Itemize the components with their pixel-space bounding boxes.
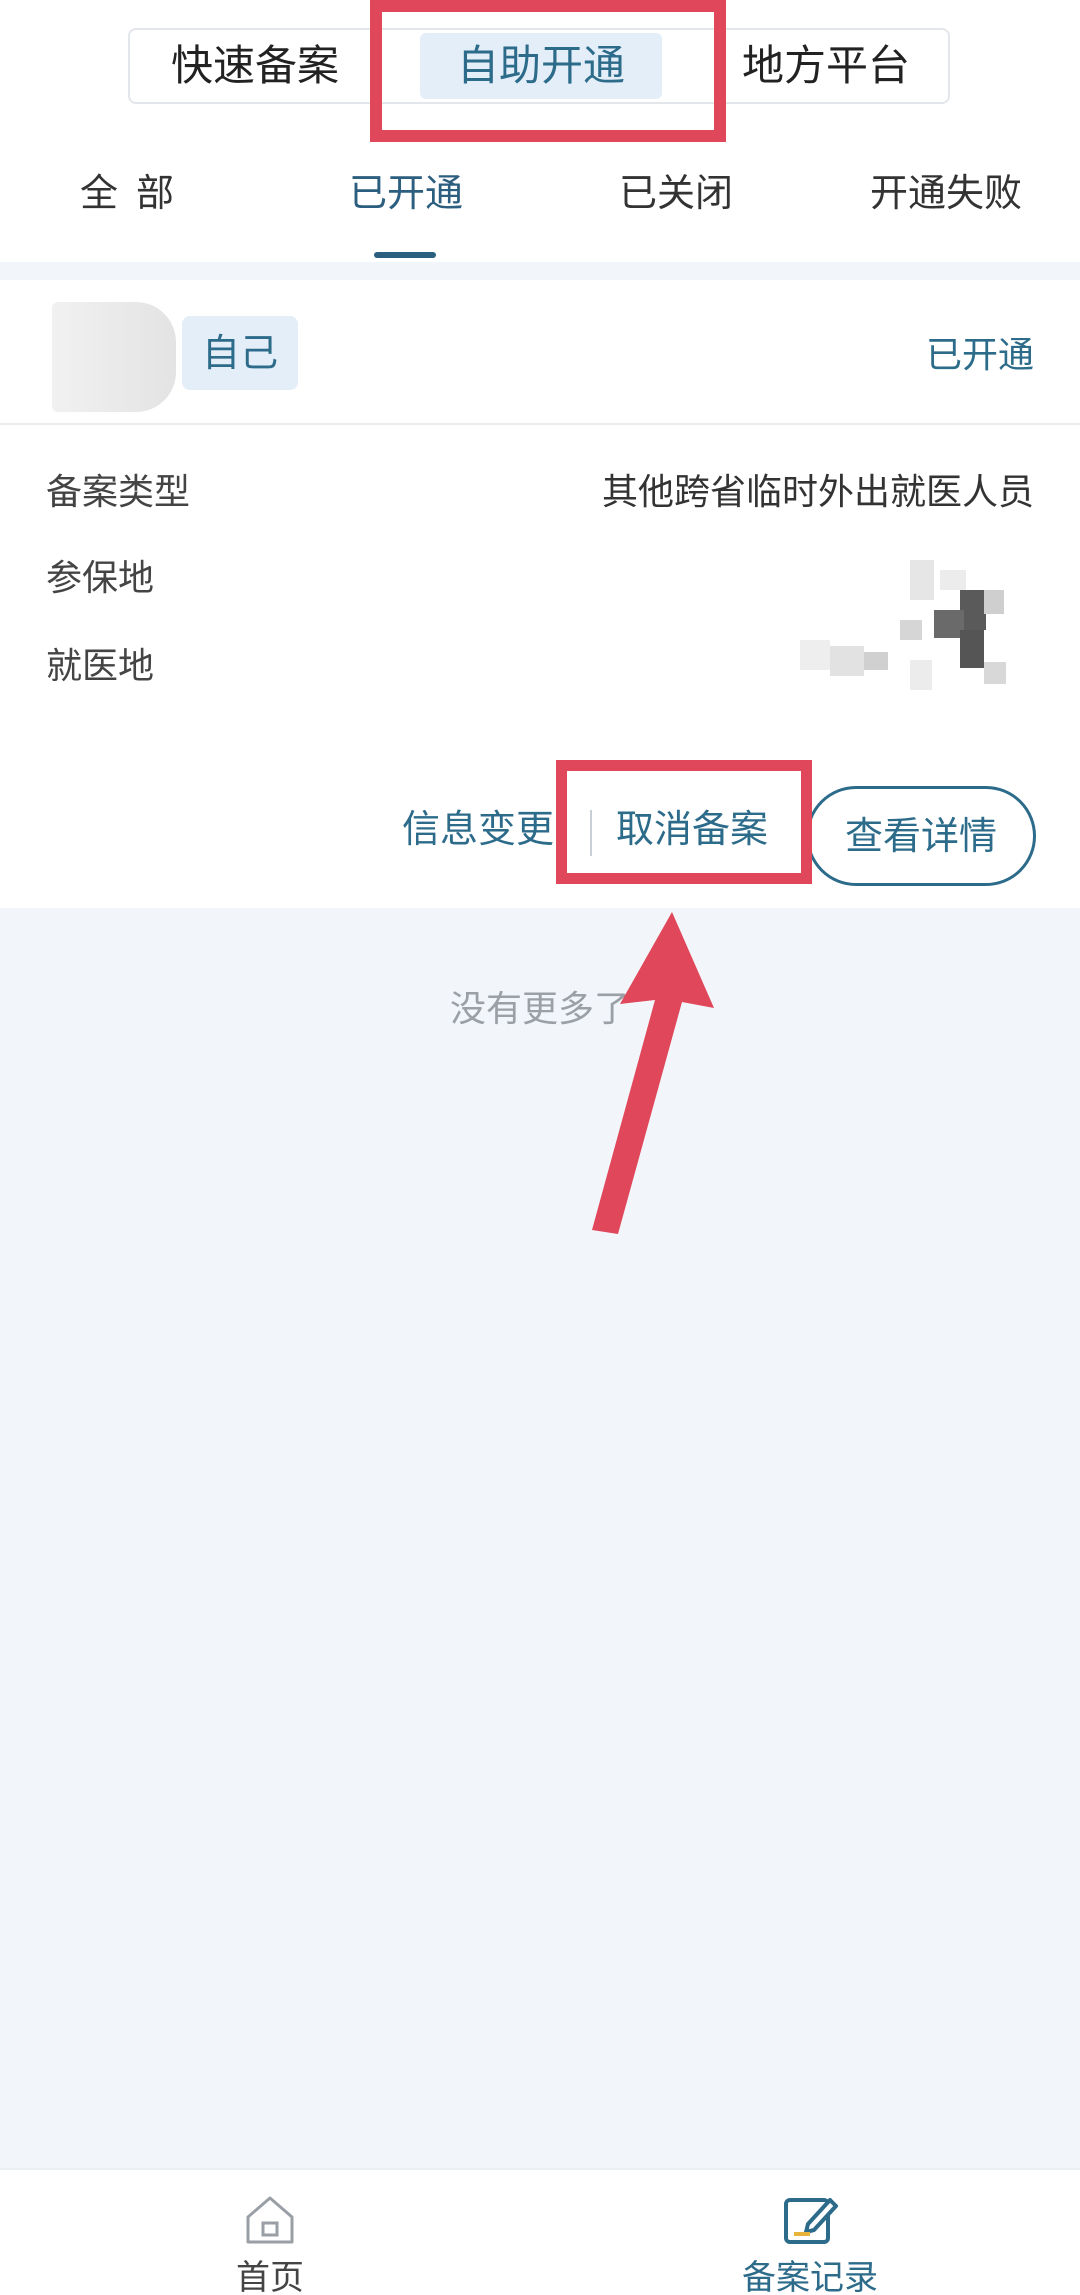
tab-all[interactable]: 全部 [16, 168, 256, 218]
avatar [52, 302, 176, 412]
highlight-box-self-service [370, 0, 726, 142]
info-value: 其他跨省临时外出就医人员 [601, 472, 1034, 513]
tab-closed[interactable]: 已关闭 [556, 168, 796, 218]
nav-records-label: 备案记录 [742, 2258, 878, 2295]
edit-record-icon [784, 2198, 838, 2244]
red-arrow [592, 912, 714, 1234]
home-icon [246, 2196, 294, 2244]
nav-records[interactable]: 备案记录 [710, 2190, 910, 2295]
nav-home-label: 首页 [236, 2258, 304, 2295]
info-label: 备案类型 [46, 472, 191, 513]
nav-home[interactable]: 首页 [170, 2190, 370, 2295]
info-label: 就医地 [46, 646, 155, 687]
person-tag: 自己 [182, 316, 298, 390]
segment-quick-filing[interactable]: 快速备案 [140, 30, 370, 102]
list-end-text: 没有更多了 [449, 989, 630, 1030]
view-details-button[interactable]: 查看详情 [806, 786, 1036, 886]
redacted-mosaic [800, 560, 1010, 700]
card-divider [0, 423, 1080, 425]
segment-local-platform[interactable]: 地方平台 [710, 30, 942, 102]
status-badge: 已开通 [925, 335, 1034, 376]
tab-failed[interactable]: 开通失败 [826, 168, 1066, 218]
change-info-button[interactable]: 信息变更 [402, 798, 554, 853]
bottom-navigation: 首页 备案记录 [0, 2168, 1080, 2295]
filing-record-card: 自己 已开通 备案类型 其他跨省临时外出就医人员 参保地 就医地 信息变更 取消… [0, 280, 1080, 908]
info-label: 参保地 [46, 558, 155, 599]
top-area: 快速备案 自助开通 地方平台 全部 已开通 已关闭 开通失败 [0, 0, 1080, 262]
tab-opened[interactable]: 已开通 [286, 168, 526, 218]
card-actions: 信息变更 取消备案 查看详情 [0, 760, 1080, 886]
highlight-box-cancel-filing [556, 760, 812, 884]
active-tab-indicator [374, 252, 436, 258]
info-row-filing-type: 备案类型 其他跨省临时外出就医人员 [0, 458, 1080, 528]
status-tabs: 全部 已开通 已关闭 开通失败 [0, 150, 1080, 262]
